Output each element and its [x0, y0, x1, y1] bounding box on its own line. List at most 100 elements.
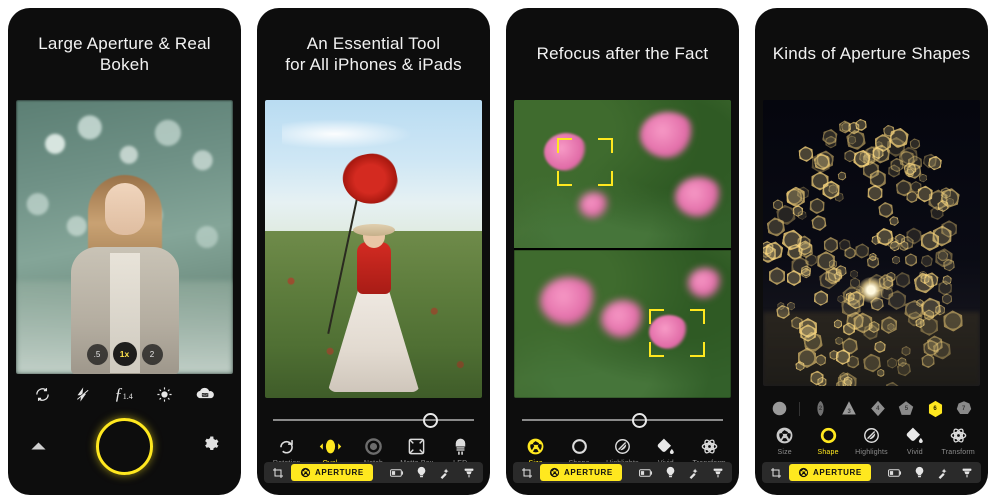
shape-diamond[interactable]: 4: [869, 400, 886, 417]
gear-icon[interactable]: [201, 435, 219, 458]
shape-divider: [799, 401, 801, 416]
focus-distance-slider[interactable]: [522, 410, 723, 430]
bulb-button[interactable]: [411, 464, 432, 481]
aperture-button[interactable]: APERTURE: [291, 464, 373, 481]
photo-preview-3: [514, 100, 731, 398]
subject-top: [356, 242, 391, 294]
aperture-label: APERTURE: [564, 468, 613, 477]
exposure-button[interactable]: [385, 464, 409, 481]
bracket-corner-tl: [648, 309, 664, 325]
zoom-button-1x[interactable]: 1x: [112, 342, 137, 366]
crop-button[interactable]: [267, 464, 289, 481]
camera-viewfinder-1: .5 1x 2: [16, 100, 233, 374]
tool-highlights[interactable]: Highlights: [850, 426, 892, 456]
photo-preview-2: [265, 100, 482, 398]
tool-label: Vivid: [906, 449, 923, 456]
shape-number: 7: [962, 405, 966, 412]
shape-circle[interactable]: [771, 400, 788, 417]
preview-bottom-half[interactable]: [514, 250, 731, 398]
aperture-label: APERTURE: [813, 468, 862, 477]
brush-button[interactable]: [458, 464, 480, 481]
panel-aperture-shapes: Kinds of Aperture Shapes 2 3 4 5 6 7 Siz…: [747, 0, 996, 503]
shape-number: 6: [933, 405, 937, 412]
crop-button[interactable]: [765, 464, 787, 481]
wand-button[interactable]: [932, 464, 954, 481]
chevron-up-icon[interactable]: [30, 438, 47, 456]
page-title: An Essential Tool for All iPhones & iPad…: [279, 33, 468, 76]
bracket-corner-br: [598, 171, 614, 187]
aperture-button[interactable]: APERTURE: [540, 464, 622, 481]
shape-triangle[interactable]: 3: [841, 400, 858, 417]
tool-size[interactable]: Size: [764, 426, 806, 456]
phone-frame-3: Refocus after the Fact APERTURE: [506, 8, 739, 495]
portrait-subject: [326, 196, 422, 392]
exposure-button[interactable]: [883, 464, 907, 481]
phone-frame-4: Kinds of Aperture Shapes 2 3 4 5 6 7 Siz…: [755, 8, 988, 495]
shape-number: 5: [904, 405, 909, 412]
brightness-icon[interactable]: [156, 386, 173, 403]
pink-flower: [639, 111, 696, 158]
shape-hexagon[interactable]: 6: [927, 400, 944, 417]
exposure-button[interactable]: [634, 464, 658, 481]
aperture-label: APERTURE: [315, 468, 364, 477]
app-store-screenshot-gallery: Large Aperture & Real Bokeh .5 1x 2 ƒ1.4…: [0, 0, 996, 503]
crop-button[interactable]: [516, 464, 538, 481]
focus-bracket[interactable]: [557, 138, 614, 187]
brush-button[interactable]: [707, 464, 729, 481]
page-title: Large Aperture & Real Bokeh: [38, 33, 211, 74]
bracket-corner-tl: [557, 138, 573, 154]
zoom-button-0_5x[interactable]: .5: [86, 343, 108, 365]
aperture-f-symbol: ƒ: [114, 384, 123, 403]
tool-vivid[interactable]: Vivid: [894, 426, 936, 456]
slider-knob[interactable]: [422, 412, 438, 428]
zoom-button-2x[interactable]: 2: [141, 343, 163, 365]
slider-track: [273, 419, 474, 421]
pink-flower: [674, 176, 723, 217]
flip-camera-icon[interactable]: [34, 386, 51, 403]
pink-flower: [540, 276, 599, 325]
panel-1-title-wrap: Large Aperture & Real Bokeh: [8, 8, 241, 100]
shape-heptagon[interactable]: 7: [955, 400, 972, 417]
wand-button[interactable]: [683, 464, 705, 481]
brush-button[interactable]: [956, 464, 978, 481]
aperture-shape-selector: 2 3 4 5 6 7: [755, 392, 988, 419]
panel-2-title-wrap: An Essential Tool for All iPhones & iPad…: [257, 8, 490, 100]
focus-bracket[interactable]: [648, 309, 705, 358]
tool-transform[interactable]: Transform: [937, 426, 979, 456]
subject-face: [104, 183, 145, 235]
shape-2-sided[interactable]: 2: [812, 400, 829, 417]
bracket-corner-bl: [648, 342, 664, 358]
phone-frame-2: An Essential Tool for All iPhones & iPad…: [257, 8, 490, 495]
svg-text:HDR: HDR: [202, 393, 210, 397]
preview-top-half[interactable]: [514, 100, 731, 248]
aperture-button[interactable]: APERTURE: [789, 464, 871, 481]
pink-flower: [579, 191, 610, 218]
shape-pentagon[interactable]: 5: [898, 400, 915, 417]
shutter-row: [8, 418, 241, 475]
tool-label: Transform: [941, 449, 975, 456]
tool-shape[interactable]: Shape: [807, 426, 849, 456]
camera-icon-row: ƒ1.4 HDR: [8, 374, 241, 404]
bracket-corner-tr: [689, 309, 705, 325]
shape-number: 3: [847, 409, 851, 415]
bracket-corner-bl: [557, 171, 573, 187]
wand-button[interactable]: [434, 464, 456, 481]
editor-controls-4: 2 3 4 5 6 7 Size Shape Highlights Vivid …: [755, 386, 988, 495]
tool-row-4: Size Shape Highlights Vivid Transform: [755, 419, 988, 456]
bulb-button[interactable]: [660, 464, 681, 481]
hdr-icon[interactable]: HDR: [196, 386, 215, 403]
panel-refocus: Refocus after the Fact APERTURE: [498, 0, 747, 503]
page-title: Refocus after the Fact: [536, 44, 709, 64]
photo-preview-4: [763, 100, 980, 386]
shutter-button[interactable]: [95, 418, 153, 475]
bokeh-intensity-slider[interactable]: [273, 410, 474, 430]
pink-flower: [687, 267, 722, 298]
slider-knob[interactable]: [631, 412, 647, 428]
bulb-button[interactable]: [909, 464, 930, 481]
aperture-value-icon[interactable]: ƒ1.4: [114, 384, 133, 404]
flash-off-icon[interactable]: [74, 386, 91, 403]
panel-3-title-wrap: Refocus after the Fact: [506, 8, 739, 100]
bottom-toolbar: APERTURE: [513, 462, 732, 483]
page-title: Kinds of Aperture Shapes: [772, 44, 971, 64]
camera-controls-1: ƒ1.4 HDR: [8, 374, 241, 495]
